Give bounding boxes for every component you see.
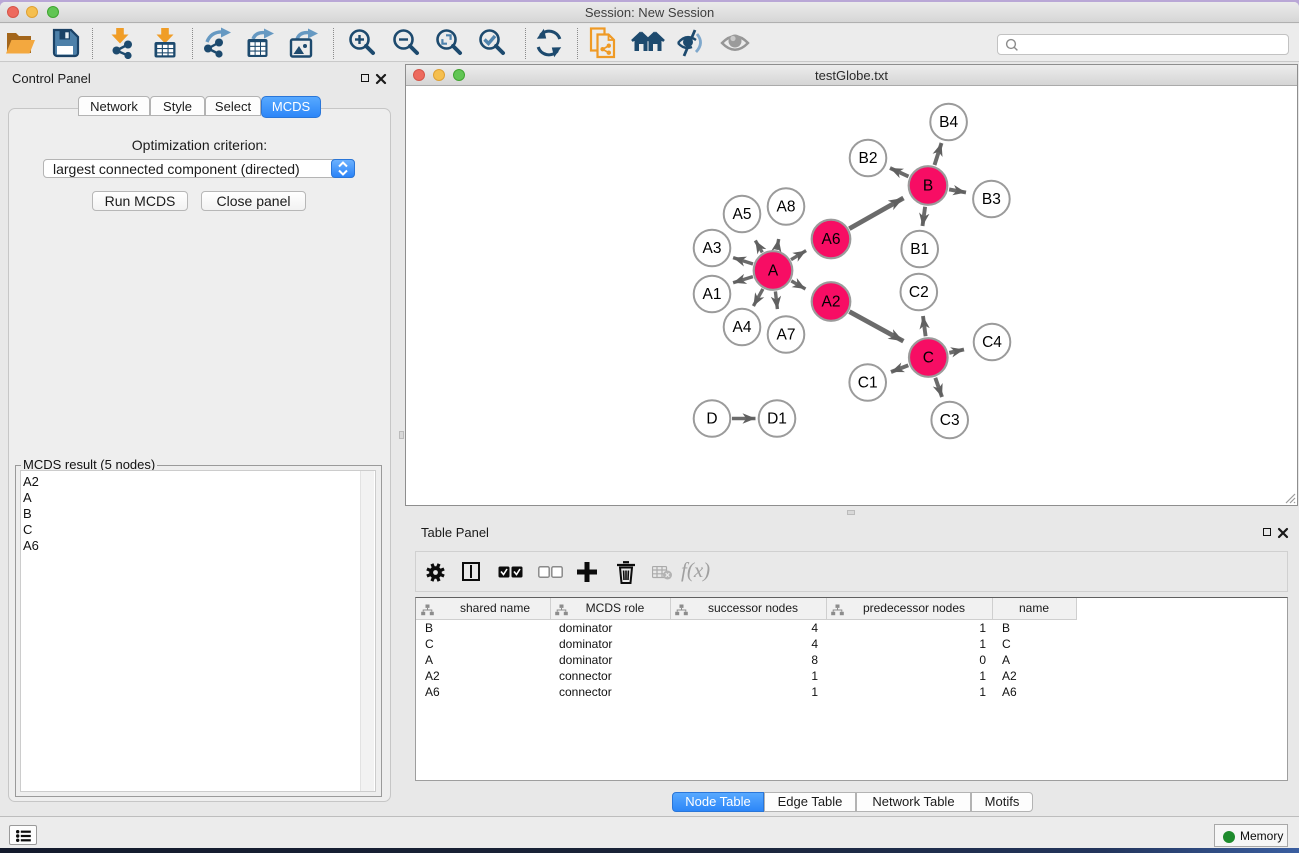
svg-text:B3: B3 (982, 191, 1001, 208)
svg-text:B1: B1 (910, 241, 929, 258)
svg-text:C4: C4 (982, 334, 1002, 351)
svg-text:C1: C1 (858, 375, 878, 392)
svg-text:A7: A7 (777, 327, 796, 344)
svg-text:A5: A5 (733, 206, 752, 223)
svg-text:A4: A4 (733, 319, 752, 336)
svg-text:D1: D1 (767, 411, 787, 428)
svg-text:C3: C3 (940, 412, 960, 429)
svg-text:B4: B4 (939, 114, 958, 131)
svg-text:C: C (923, 350, 934, 367)
svg-text:A: A (768, 263, 779, 280)
svg-text:A6: A6 (822, 231, 841, 248)
svg-text:C2: C2 (909, 284, 929, 301)
svg-text:A8: A8 (777, 199, 796, 216)
svg-text:B2: B2 (859, 150, 878, 167)
svg-text:A1: A1 (703, 286, 722, 303)
svg-text:D: D (706, 411, 717, 428)
svg-text:A3: A3 (703, 240, 722, 257)
svg-text:B: B (923, 178, 933, 195)
svg-text:A2: A2 (822, 294, 841, 311)
